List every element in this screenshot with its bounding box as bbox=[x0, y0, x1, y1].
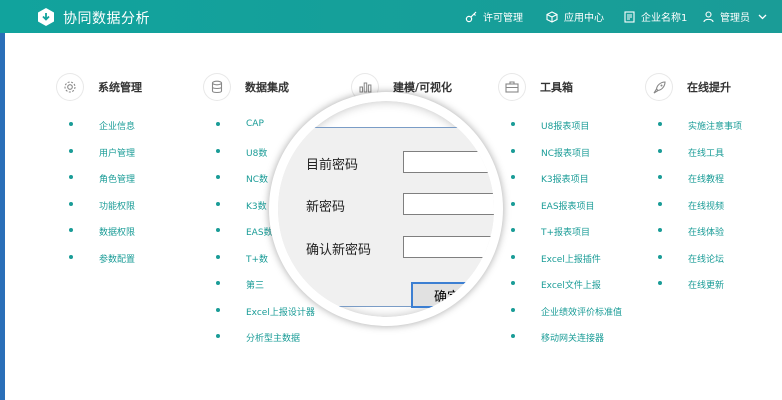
current-password-label: 目前密码 bbox=[306, 158, 359, 173]
link-nc-report[interactable]: NC报表项目 bbox=[510, 146, 622, 173]
column-title: 工具箱 bbox=[540, 81, 573, 94]
nav-app-center-label: 应用中心 bbox=[564, 13, 604, 24]
ok-button[interactable]: 确定 bbox=[411, 282, 483, 308]
link-user-management[interactable]: 用户管理 bbox=[69, 146, 142, 173]
new-password-input[interactable] bbox=[403, 193, 494, 215]
rocket-icon bbox=[646, 74, 672, 100]
gear-icon bbox=[57, 74, 83, 100]
link-online-tools[interactable]: 在线工具 bbox=[657, 146, 742, 173]
link-function-permissions[interactable]: 功能权限 bbox=[69, 199, 142, 226]
link-u8-report[interactable]: U8报表项目 bbox=[510, 119, 622, 146]
toolbox-icon bbox=[499, 74, 525, 100]
column-toolbox: 工具箱 U8报表项目 NC报表项目 K3报表项目 EAS报表项目 T+报表项目 … bbox=[499, 73, 622, 358]
nav-app-center[interactable]: 应用中心 bbox=[546, 9, 604, 24]
link-k3-report[interactable]: K3报表项目 bbox=[510, 172, 622, 199]
link-online-trial[interactable]: 在线体验 bbox=[657, 225, 742, 252]
confirm-password-input[interactable] bbox=[403, 236, 494, 258]
column-online-improvement: 在线提升 实施注意事项 在线工具 在线教程 在线视频 在线体验 在线论坛 在线更… bbox=[646, 73, 742, 305]
cube-icon bbox=[546, 10, 558, 23]
link-mobile-gateway[interactable]: 移动网关连接器 bbox=[510, 331, 622, 358]
link-excel-report-designer[interactable]: Excel上报设计器 bbox=[216, 305, 315, 332]
link-role-management[interactable]: 角色管理 bbox=[69, 172, 142, 199]
column-title: 在线提升 bbox=[687, 81, 731, 94]
logo-icon bbox=[38, 8, 54, 26]
nav-company[interactable]: 企业名称1 bbox=[624, 9, 687, 24]
new-password-label: 新密码 bbox=[306, 200, 346, 215]
nav-admin-label: 管理员 bbox=[720, 13, 750, 24]
confirm-password-label: 确认新密码 bbox=[306, 243, 372, 258]
link-performance-standard[interactable]: 企业绩效评价标准值 bbox=[510, 305, 622, 332]
link-eas-report[interactable]: EAS报表项目 bbox=[510, 199, 622, 226]
column-system-management: 系统管理 企业信息 用户管理 角色管理 功能权限 数据权限 参数配置 bbox=[57, 73, 142, 278]
app-title: 协同数据分析 bbox=[63, 11, 150, 27]
magnifier-lens: × 目前密码 新密码 确认新密码 确定 ta) bbox=[269, 92, 503, 326]
link-online-videos[interactable]: 在线视频 bbox=[657, 199, 742, 226]
current-password-input[interactable] bbox=[403, 151, 494, 173]
link-company-info[interactable]: 企业信息 bbox=[69, 119, 142, 146]
link-implementation-notes[interactable]: 实施注意事项 bbox=[657, 119, 742, 146]
nav-admin-menu[interactable]: 管理员 bbox=[703, 9, 767, 24]
key-icon bbox=[465, 11, 477, 22]
user-icon bbox=[703, 10, 714, 22]
document-icon bbox=[624, 10, 635, 23]
link-data-permissions[interactable]: 数据权限 bbox=[69, 225, 142, 252]
partial-link-text[interactable]: ta) bbox=[438, 306, 451, 316]
link-online-tutorials[interactable]: 在线教程 bbox=[657, 172, 742, 199]
column-title: 数据集成 bbox=[245, 81, 289, 94]
link-parameter-config[interactable]: 参数配置 bbox=[69, 252, 142, 279]
link-online-forum[interactable]: 在线论坛 bbox=[657, 252, 742, 279]
link-excel-file-upload[interactable]: Excel文件上报 bbox=[510, 278, 622, 305]
change-password-dialog: × 目前密码 新密码 确认新密码 确定 bbox=[278, 127, 494, 308]
top-header: 协同数据分析 许可管理 应用中心 企业名称1 管理员 bbox=[0, 0, 782, 33]
nav-license-management[interactable]: 许可管理 bbox=[465, 9, 523, 24]
link-tplus-report[interactable]: T+报表项目 bbox=[510, 225, 622, 252]
column-title: 系统管理 bbox=[98, 81, 142, 94]
link-excel-plugin[interactable]: Excel上报插件 bbox=[510, 252, 622, 279]
database-icon bbox=[204, 74, 230, 100]
link-master-data[interactable]: 分析型主数据 bbox=[216, 331, 315, 358]
nav-company-label: 企业名称1 bbox=[641, 13, 688, 24]
nav-license-label: 许可管理 bbox=[483, 13, 523, 24]
chevron-down-icon bbox=[758, 14, 767, 19]
link-online-update[interactable]: 在线更新 bbox=[657, 278, 742, 305]
